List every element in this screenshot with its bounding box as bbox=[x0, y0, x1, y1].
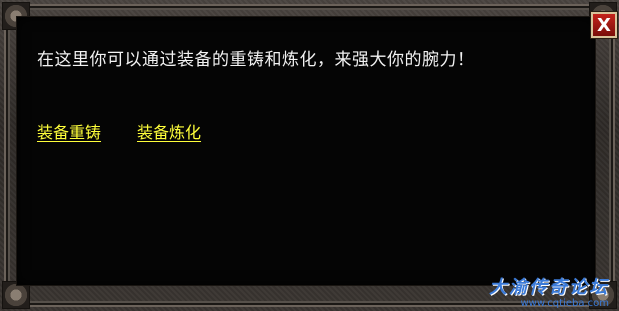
dialog-frame: 在这里你可以通过装备的重铸和炼化，来强大你的腕力！ 装备重铸 装备炼化 X 大渝… bbox=[0, 0, 619, 311]
dialog-content: 在这里你可以通过装备的重铸和炼化，来强大你的腕力！ 装备重铸 装备炼化 bbox=[16, 16, 596, 286]
close-button[interactable]: X bbox=[591, 12, 617, 38]
dialog-message: 在这里你可以通过装备的重铸和炼化，来强大你的腕力！ bbox=[37, 50, 475, 70]
option-links: 装备重铸 装备炼化 bbox=[37, 123, 201, 143]
site-watermark: 大渝传奇论坛 www.cqtieba.com bbox=[489, 279, 609, 309]
equipment-recast-link[interactable]: 装备重铸 bbox=[37, 123, 101, 143]
close-icon: X bbox=[597, 14, 611, 36]
equipment-refine-link[interactable]: 装备炼化 bbox=[137, 123, 201, 143]
watermark-url: www.cqtieba.com bbox=[520, 298, 609, 309]
watermark-title: 大渝传奇论坛 bbox=[489, 277, 609, 298]
